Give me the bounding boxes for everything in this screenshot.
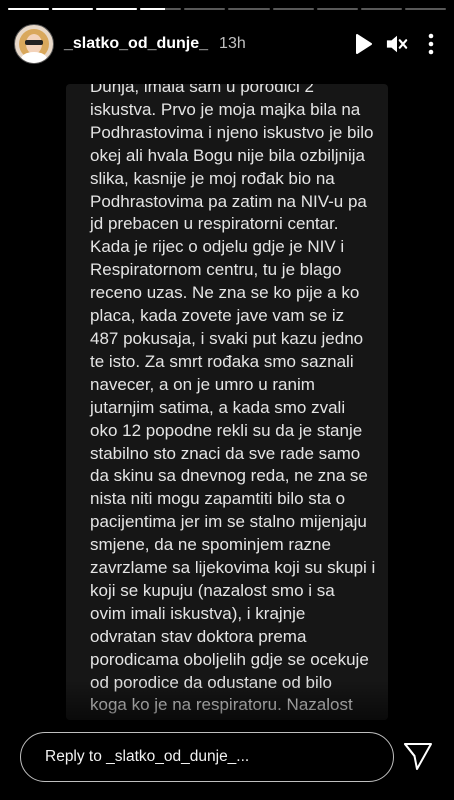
- story-text-line: odvratan stav doktora prema: [90, 626, 307, 646]
- progress-segment: [184, 8, 226, 10]
- story-bottom-fade: [66, 680, 388, 720]
- more-vertical-icon[interactable]: [420, 33, 442, 55]
- send-icon[interactable]: [402, 740, 434, 772]
- story-text: Dunja, imala sam u porodici 2 iskustva. P…: [90, 84, 378, 720]
- progress-segment: [316, 8, 358, 10]
- avatar-shirt: [21, 52, 47, 63]
- story-content[interactable]: Dunja, imala sam u porodici 2 iskustva. P…: [66, 84, 388, 720]
- story-text-line: 487 pokusaja, i svaki put kazu jedno: [90, 328, 364, 348]
- story-text-line: koji se kupuju (nazalost smo i sa: [90, 580, 335, 600]
- progress-segment: [52, 8, 94, 10]
- story-text-line: placa, kada zovete jave vam se iz: [90, 306, 345, 326]
- story-text-line: pacijentima jer im se stalno mijenjaju: [90, 512, 367, 532]
- progress-segment-fill: [8, 8, 50, 10]
- progress-segment: [360, 8, 402, 10]
- story-text-line: te isto. Za smrt rođaka smo saznali: [90, 351, 354, 371]
- story-text-line: da skinu sa dnevnog reda, ne zna se: [90, 466, 368, 486]
- header-controls: [352, 33, 442, 55]
- story-text-line: Dunja, imala sam u porodici 2: [90, 84, 314, 96]
- avatar-glasses: [25, 40, 43, 45]
- story-text-line: iskustva. Prvo je moja majka bila na: [90, 99, 361, 119]
- story-text-line: navecer, a on je umro u ranim: [90, 374, 315, 394]
- progress-segment: [272, 8, 314, 10]
- story-text-line: jutarnjim satima, a kada smo zvali: [90, 397, 346, 417]
- story-text-line: oko 12 popodne rekli su da je stanje: [90, 420, 363, 440]
- story-text-line: jd prebacen u respiratorni centar.: [90, 214, 339, 234]
- progress-segment-fill: [140, 8, 165, 10]
- story-text-line: Podhrastovima i njeno iskustvo je bilo: [90, 122, 374, 142]
- progress-segment: [404, 8, 446, 10]
- story-text-line: receno uzas. Ne zna se ko pije a ko: [90, 283, 360, 303]
- play-icon[interactable]: [352, 33, 374, 55]
- speaker-muted-icon[interactable]: [386, 33, 408, 55]
- progress-segment: [228, 8, 270, 10]
- post-time: 13h: [219, 35, 246, 52]
- story-text-line: smjene, da ne spominjem razne: [90, 535, 331, 555]
- story-progress-bar: [8, 8, 446, 10]
- story-text-line: Kada je rijec o odjelu gdje je NIV i: [90, 237, 345, 257]
- story-text-line: Podhrastovima pa zatim na NIV-u pa: [90, 191, 367, 211]
- progress-segment: [96, 8, 138, 10]
- reply-input[interactable]: Reply to _slatko_od_dunje_...: [20, 732, 394, 782]
- story-text-line: ovim imali iskustva), i krajnje: [90, 603, 306, 623]
- story-header: _slatko_od_dunje_ 13h: [14, 24, 442, 64]
- progress-segment-fill: [52, 8, 94, 10]
- progress-segment: [8, 8, 50, 10]
- progress-segment: [140, 8, 182, 10]
- story-text-line: stabilno sto znaci da sve rade samo: [90, 443, 361, 463]
- story-text-line: okej ali hvala Bogu nije bila ozbiljnija: [90, 145, 366, 165]
- progress-segment-fill: [96, 8, 138, 10]
- story-text-line: slika, kasnije je moj rođak bio na: [90, 168, 335, 188]
- story-text-line: zavrzlame sa lijekovima koji su skupi i: [90, 558, 376, 578]
- username[interactable]: _slatko_od_dunje_: [64, 35, 208, 53]
- story-text-line: nista niti mogu zapamtiti bilo sta o: [90, 489, 346, 509]
- reply-placeholder: Reply to _slatko_od_dunje_...: [45, 748, 250, 765]
- story-text-line: porodicama oboljelih gdje se ocekuje: [90, 649, 369, 669]
- story-text-line: Respiratornom centru, tu je blago: [90, 260, 342, 280]
- avatar[interactable]: [14, 24, 54, 64]
